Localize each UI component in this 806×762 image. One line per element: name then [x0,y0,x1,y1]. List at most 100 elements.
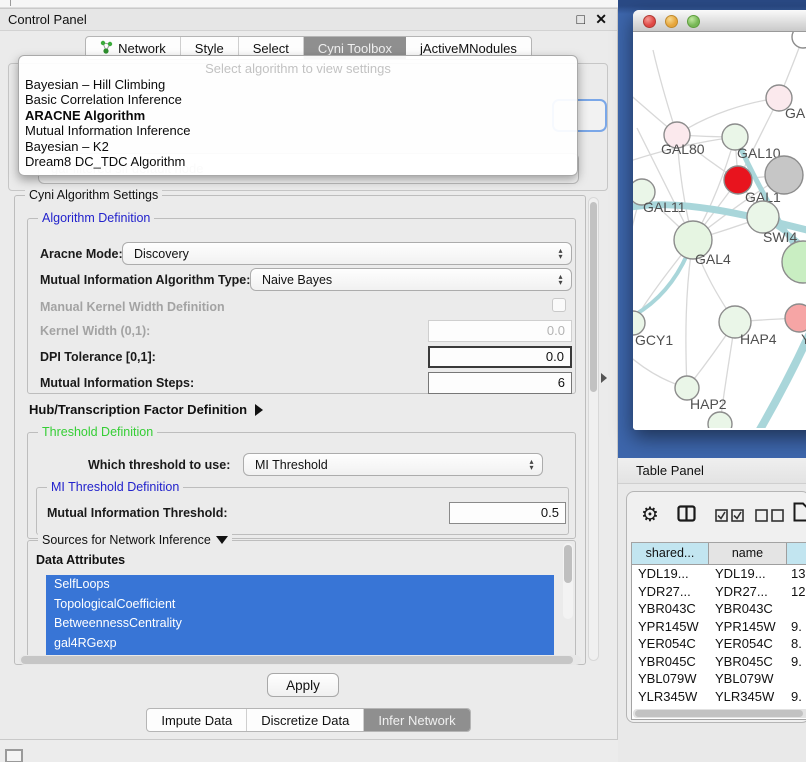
mi-threshold-box-title: MI Threshold Definition [47,480,183,494]
algorithm-item-bayesian-hill-climbing[interactable]: Bayesian – Hill Climbing [19,77,577,92]
table-cell: YBR043C [709,600,787,618]
network-node[interactable] [765,156,803,194]
table-cell [787,670,806,688]
algorithm-popup-placeholder: Select algorithm to view settings [19,61,577,77]
attribute-item-gal4rgexp[interactable]: gal4RGexp [46,634,554,654]
control-panel-title: Control Panel [8,12,87,27]
table-cell: YBR045C [709,653,787,671]
algorithm-item-aracne-algorithm[interactable]: ARACNE Algorithm [19,108,577,123]
table-cell: 9. [787,653,806,671]
threshold-definition-title: Threshold Definition [38,425,157,439]
table-cell: YBL079W [709,670,787,688]
bottom-tab-label: Impute Data [161,713,232,728]
bottom-tab-infer-network[interactable]: Infer Network [364,709,469,731]
apply-button[interactable]: Apply [267,673,339,697]
table-cell: YDR27... [632,583,709,601]
mi-steps-field[interactable]: 6 [428,372,572,394]
bottom-tab-impute-data[interactable]: Impute Data [147,709,247,731]
table-cell: YLR345W [709,688,787,706]
kernel-width-field[interactable]: 0.0 [428,320,572,342]
algorithm-item-dream8-dc-tdc-algorithm[interactable]: Dream8 DC_TDC Algorithm [19,154,577,169]
hub-definition-section[interactable]: Hub/Transcription Factor Definition [29,402,263,417]
table-row[interactable]: YBL079WYBL079W [632,670,806,688]
table-horizontal-scrollbar[interactable] [633,709,806,718]
bottom-tab-group: Impute Data Discretize Data Infer Network [146,708,470,732]
mi-threshold-field[interactable]: 0.5 [449,502,566,524]
network-window-titlebar[interactable] [633,10,806,32]
close-traffic-light-icon[interactable] [643,15,656,28]
expand-arrow-icon[interactable] [255,404,263,416]
splitter-arrow-icon[interactable] [601,373,607,383]
column-header-name[interactable]: name [709,543,787,564]
document-icon[interactable] [793,502,806,527]
table-panel-body: ⚙ shared...name YDL19. [626,491,806,723]
column-header-shared[interactable]: shared... [632,543,709,564]
scrollbar-thumb[interactable] [564,545,572,583]
zoom-traffic-light-icon[interactable] [687,15,700,28]
select-all-checkboxes-icon[interactable] [715,509,745,527]
dpi-tolerance-field[interactable]: 0.0 [428,346,572,368]
table-cell [787,600,806,618]
cyni-mode-tabs: Impute Data Discretize Data Infer Network [0,708,617,732]
hub-definition-label: Hub/Transcription Factor Definition [29,402,247,417]
network-view-window[interactable]: GALGAL80GAL10GAL1GAL11SWI4GAL4GCY1HAP4YH… [633,10,806,430]
bottom-tab-label: Infer Network [378,713,455,728]
data-attributes-list[interactable]: SelfLoopsTopologicalCoefficientBetweenne… [46,575,554,655]
mi-threshold-label: Mutual Information Threshold: [47,506,228,520]
network-edge[interactable] [686,240,693,388]
which-threshold-combo[interactable]: MI Threshold [243,453,543,476]
float-window-icon[interactable]: □ [577,11,585,27]
table-row[interactable]: YPR145WYPR145W9. [632,618,806,636]
algorithm-item-bayesian-k2[interactable]: Bayesian – K2 [19,139,577,154]
network-canvas[interactable]: GALGAL80GAL10GAL1GAL11SWI4GAL4GCY1HAP4YH… [633,32,806,428]
application-window: Control Panel □ ✕ NetworkStyleSelectCyni… [0,0,806,762]
attribute-item-topologicalcoefficient[interactable]: TopologicalCoefficient [46,595,554,615]
table-row[interactable]: YBR045CYBR045C9. [632,653,806,671]
settings-horizontal-scrollbar[interactable] [19,655,581,665]
stepper-arrows-icon [555,245,566,263]
aracne-mode-label: Aracne Mode: [40,247,123,261]
cyni-settings-title: Cyni Algorithm Settings [25,188,162,202]
scrollbar-thumb[interactable] [590,202,597,392]
which-threshold-label: Which threshold to use: [88,458,230,472]
algorithm-item-mutual-information-inference[interactable]: Mutual Information Inference [19,123,577,138]
table-row[interactable]: YLR345WYLR345W9. [632,688,806,706]
scrollbar-thumb[interactable] [21,656,573,664]
column-header-extra[interactable] [787,543,806,564]
attributes-scrollbar[interactable] [563,543,573,619]
deselect-all-checkboxes-icon[interactable] [755,509,785,527]
manual-kernel-width-checkbox[interactable] [552,298,566,312]
columns-icon[interactable] [677,505,696,527]
close-icon[interactable]: ✕ [595,11,607,28]
table-row[interactable]: YBR043CYBR043C [632,600,806,618]
algorithm-item-basic-correlation-inference[interactable]: Basic Correlation Inference [19,92,577,107]
network-node[interactable] [708,412,732,428]
bottom-tab-label: Discretize Data [261,713,349,728]
mi-algorithm-type-combo[interactable]: Naive Bayes [250,268,572,291]
table-row[interactable]: YER054CYER054C8. [632,635,806,653]
table-cell: YBL079W [632,670,709,688]
table-cell: 9. [787,618,806,636]
collapse-arrow-icon[interactable] [216,536,228,544]
stepper-arrows-icon [526,456,537,474]
settings-vertical-scrollbar[interactable] [588,197,599,661]
table-row[interactable]: YDR27...YDR27...12... [632,583,806,601]
table-row[interactable]: YDL19...YDL19...13... [632,565,806,583]
scrollbar-thumb[interactable] [635,710,803,717]
attribute-item-selfloops[interactable]: SelfLoops [46,575,554,595]
minimize-traffic-light-icon[interactable] [665,15,678,28]
gear-icon[interactable]: ⚙ [641,502,659,528]
divider [10,0,11,6]
kernel-width-label: Kernel Width (0,1): [40,324,150,338]
table-cell: YPR145W [709,618,787,636]
aracne-mode-combo[interactable]: Discovery [122,242,572,265]
node-table[interactable]: shared...name YDL19...YDL19...13...YDR27… [631,542,806,720]
network-node[interactable] [782,241,806,283]
attribute-item-betweennesscentrality[interactable]: BetweennessCentrality [46,614,554,634]
table-cell: YBR045C [632,653,709,671]
minimized-panel-icon[interactable] [5,749,23,762]
bottom-tab-discretize-data[interactable]: Discretize Data [247,709,364,731]
node-label-gal11: GAL11 [643,199,686,215]
network-node[interactable] [792,32,806,48]
network-node-y[interactable] [785,304,806,332]
